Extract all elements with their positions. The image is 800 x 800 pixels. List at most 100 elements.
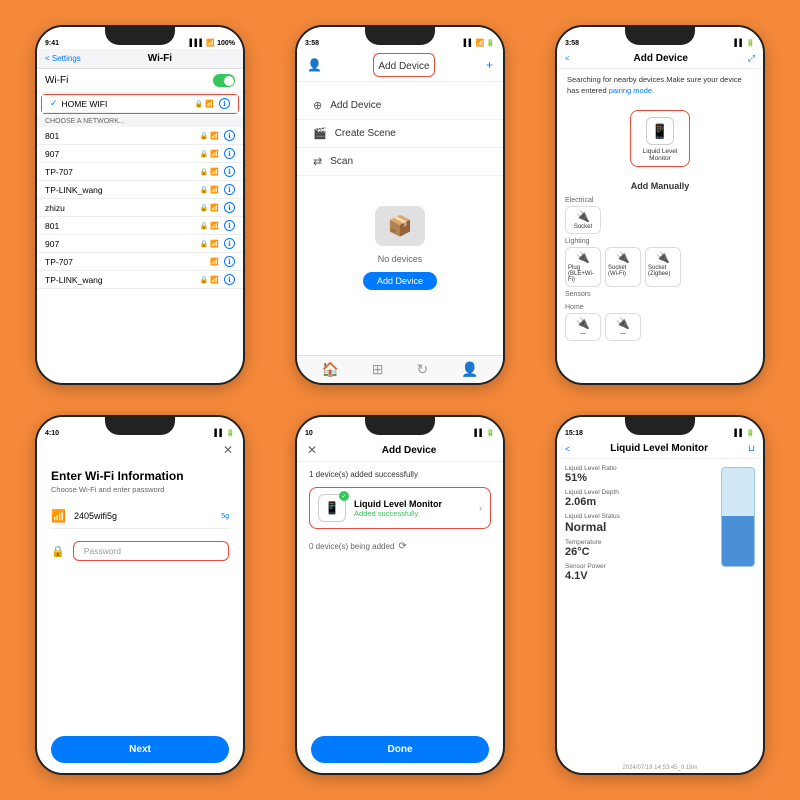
close-btn[interactable]: ✕ xyxy=(223,443,233,457)
lock-icon-3: 🔒 xyxy=(200,168,209,176)
monitor-share-btn[interactable]: ⊔ xyxy=(748,443,755,454)
monitor-nav-header: < Liquid Level Monitor ⊔ xyxy=(557,439,763,459)
expand-icon[interactable]: ⤢ xyxy=(748,53,755,64)
network-row-8[interactable]: TP-707📶ℹ xyxy=(37,253,243,271)
liquid-tank: 51% xyxy=(721,467,755,567)
device-found-grid: 📱 Liquid Level Monitor xyxy=(557,102,763,175)
socket-zigbee-item[interactable]: 🔌Socket (Zigbee) xyxy=(645,247,681,287)
adding-device-title: Add Device xyxy=(325,445,493,456)
choose-network-label: CHOOSE A NETWORK... xyxy=(37,115,243,127)
info-5[interactable]: ℹ xyxy=(224,202,235,213)
network-row-3[interactable]: TP-707🔒📶ℹ xyxy=(37,163,243,181)
info-6[interactable]: ℹ xyxy=(224,220,235,231)
create-scene-menu-item[interactable]: 🎬 Create Scene xyxy=(297,120,503,148)
phone-1-wrapper: 9:41 ▌▌▌ 📶 100% < Settings Wi-Fi Wi-Fi ✓… xyxy=(16,16,264,394)
network-row-5[interactable]: zhizu🔒📶ℹ xyxy=(37,199,243,217)
info-3[interactable]: ℹ xyxy=(224,166,235,177)
network-row-4[interactable]: TP-LINK_wang🔒📶ℹ xyxy=(37,181,243,199)
arrow-right-icon: › xyxy=(479,503,482,513)
adding-device-header: ✕ Add Device xyxy=(297,439,503,462)
lock-icon-4: 🔒 xyxy=(200,186,209,194)
network-row-9[interactable]: TP-LINK_wang🔒📶ℹ xyxy=(37,271,243,289)
stat-temp-label: Temperature xyxy=(565,539,705,546)
info-1[interactable]: ℹ xyxy=(224,130,235,141)
phone-2-wrapper: 3:58 ▌▌ 📶 🔋 👤 Add Device + ⊕ Add Device xyxy=(276,16,524,394)
no-devices-area: No devices Add Device xyxy=(297,186,503,300)
done-button[interactable]: Done xyxy=(311,736,489,763)
network-row-6[interactable]: 801🔒📶ℹ xyxy=(37,217,243,235)
info-icon[interactable]: ℹ xyxy=(219,98,230,109)
adding-close-btn[interactable]: ✕ xyxy=(307,443,317,457)
status-bar-3: 3:58 ▌▌ 🔋 xyxy=(557,27,763,49)
tab-grid-icon[interactable]: ⊞ xyxy=(372,361,384,378)
status-time-5: 10 xyxy=(305,430,313,437)
device-card-icon: 📱 xyxy=(646,117,674,145)
device-success-card[interactable]: 📱 ✓ Liquid Level Monitor Added successfu… xyxy=(309,487,491,529)
liquid-level-device-card[interactable]: 📱 Liquid Level Monitor xyxy=(630,110,690,167)
wifi-header-title: Wi-Fi xyxy=(85,53,235,64)
lock-icon-6: 🔒 xyxy=(200,222,209,230)
phone-wifi-settings: 9:41 ▌▌▌ 📶 100% < Settings Wi-Fi Wi-Fi ✓… xyxy=(35,25,245,385)
socket-item[interactable]: 🔌Socket xyxy=(565,206,601,234)
stat-status-value: Normal xyxy=(565,520,705,534)
tab-person-icon[interactable]: 👤 xyxy=(461,361,478,378)
password-lock-icon: 🔒 xyxy=(51,545,65,558)
add-device-search-title: Add Device xyxy=(574,53,748,64)
screen-3: 3:58 ▌▌ 🔋 < Add Device ⤢ Searching for n… xyxy=(557,27,763,383)
home-item-icon-2: 🔌 xyxy=(616,317,630,330)
status-bar-6: 15:18 ▌▌ 🔋 xyxy=(557,417,763,439)
plus-icon[interactable]: + xyxy=(486,58,493,72)
add-device-nav-label[interactable]: Add Device xyxy=(378,61,429,72)
info-9[interactable]: ℹ xyxy=(224,274,235,285)
home-item-2[interactable]: 🔌— xyxy=(605,313,641,341)
settings-back-btn[interactable]: < Settings xyxy=(45,54,81,63)
battery-icon-2: 🔋 xyxy=(486,39,495,47)
wifi-form-title: Enter Wi-Fi Information xyxy=(51,469,229,483)
password-row: 🔒 Password xyxy=(51,537,229,565)
add-device-nav: 👤 Add Device + xyxy=(297,49,503,82)
monitor-content: Liquid Level Ratio 51% Liquid Level Dept… xyxy=(557,459,763,763)
tab-refresh-icon[interactable]: ↻ xyxy=(416,361,428,378)
battery-4: 🔋 xyxy=(226,429,235,437)
add-device-menu-item[interactable]: ⊕ Add Device xyxy=(297,92,503,120)
pairing-mode-link[interactable]: pairing mode. xyxy=(609,86,654,95)
stat-status-label: Liquid Level Status xyxy=(565,513,705,520)
phone-6-wrapper: 15:18 ▌▌ 🔋 < Liquid Level Monitor ⊔ Liqu… xyxy=(536,406,784,784)
wifi-toggle[interactable] xyxy=(213,74,235,87)
wifi-info-nav: ✕ xyxy=(37,439,243,461)
tab-home-icon[interactable]: 🏠 xyxy=(321,361,338,378)
lighting-label: Lighting xyxy=(565,238,755,245)
stat-ratio: Liquid Level Ratio 51% xyxy=(565,465,705,484)
screen-2: 3:58 ▌▌ 📶 🔋 👤 Add Device + ⊕ Add Device xyxy=(297,27,503,383)
info-2[interactable]: ℹ xyxy=(224,148,235,159)
add-device-back-btn[interactable]: < xyxy=(565,54,570,63)
selected-network-box: ✓ HOME WIFI 🔒 📶 ℹ xyxy=(41,94,239,114)
wifi-form-subtitle: Choose Wi-Fi and enter password xyxy=(51,485,229,494)
screen-6: 15:18 ▌▌ 🔋 < Liquid Level Monitor ⊔ Liqu… xyxy=(557,417,763,773)
selected-network-row[interactable]: ✓ HOME WIFI 🔒 📶 ℹ xyxy=(42,95,238,113)
home-item-1[interactable]: 🔌— xyxy=(565,313,601,341)
info-7[interactable]: ℹ xyxy=(224,238,235,249)
wifi-icon-2: 📶 xyxy=(476,39,485,47)
signal-icon-1: ▌▌▌ xyxy=(189,40,204,47)
network-row-7[interactable]: 907🔒📶ℹ xyxy=(37,235,243,253)
monitor-visual: 51% xyxy=(713,459,763,763)
screen-5: 10 ▌▌ 🔋 ✕ Add Device 1 device(s) added s… xyxy=(297,417,503,773)
add-device-primary-btn[interactable]: Add Device xyxy=(363,272,437,290)
battery-3: 🔋 xyxy=(746,39,755,47)
scan-menu-item[interactable]: ⇄ Scan xyxy=(297,148,503,176)
network-row-1[interactable]: 801🔒📶ℹ xyxy=(37,127,243,145)
info-4[interactable]: ℹ xyxy=(224,184,235,195)
plug-ble-item[interactable]: 🔌Plug (BLE+Wi-Fi) xyxy=(565,247,601,287)
password-input[interactable]: Password xyxy=(73,541,229,561)
info-8[interactable]: ℹ xyxy=(224,256,235,267)
phone-5-wrapper: 10 ▌▌ 🔋 ✕ Add Device 1 device(s) added s… xyxy=(276,406,524,784)
wifi-toggle-row: Wi-Fi xyxy=(37,69,243,93)
home-items: 🔌— 🔌— xyxy=(565,313,755,341)
network-row-2[interactable]: 907🔒📶ℹ xyxy=(37,145,243,163)
device-success-info: Liquid Level Monitor Added successfully xyxy=(354,499,479,518)
next-button[interactable]: Next xyxy=(51,736,229,763)
socket-wifi-item[interactable]: 🔌Socket (Wi-Fi) xyxy=(605,247,641,287)
stat-power: Sensor Power 4.1V xyxy=(565,563,705,582)
battery-5: 🔋 xyxy=(486,429,495,437)
